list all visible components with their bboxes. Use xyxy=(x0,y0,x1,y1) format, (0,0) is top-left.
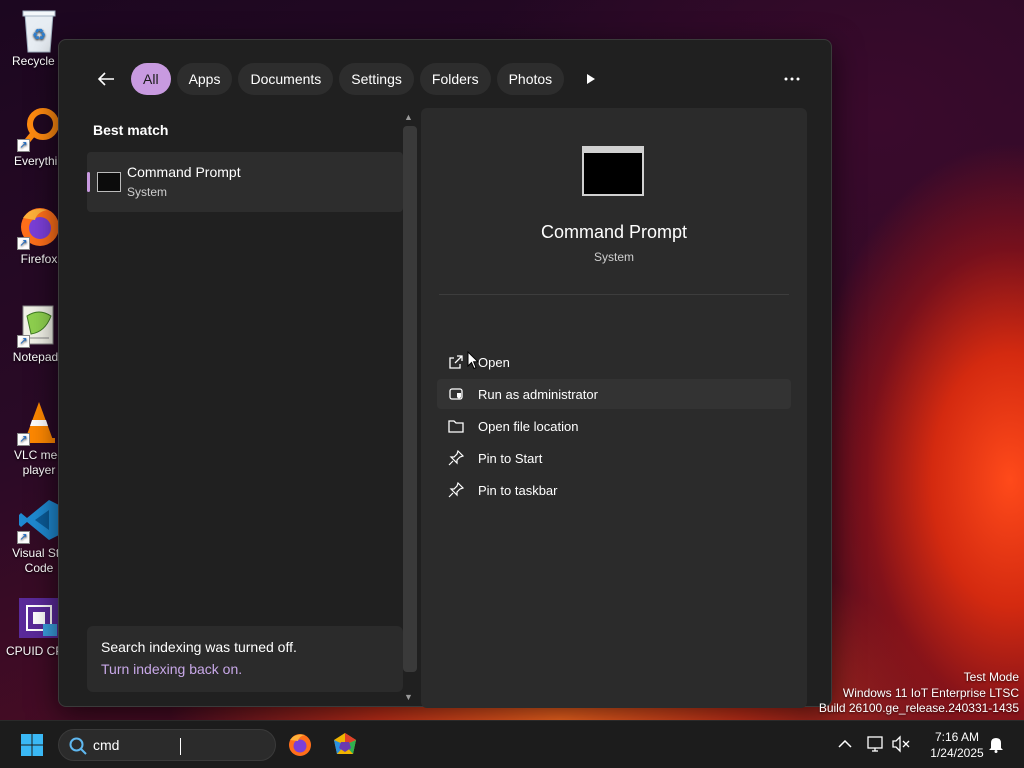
scroll-down-icon[interactable]: ▼ xyxy=(404,692,413,702)
result-name: Command Prompt xyxy=(127,164,241,180)
firefox-icon: ↗ xyxy=(17,204,61,250)
scrollbar-thumb[interactable] xyxy=(403,126,417,672)
search-flyout: All Apps Documents Settings Folders Phot… xyxy=(58,39,832,708)
watermark-line: Test Mode xyxy=(963,670,1019,684)
best-match-heading: Best match xyxy=(93,122,169,138)
action-open-file-location[interactable]: Open file location xyxy=(437,411,791,441)
notepad-plus-plus-icon: ↗ xyxy=(17,302,61,348)
open-external-icon xyxy=(447,353,465,371)
details-pane: Command Prompt System Open Run as admini… xyxy=(421,108,807,708)
cpuid-icon xyxy=(17,596,61,640)
filter-documents[interactable]: Documents xyxy=(238,63,334,95)
watermark-line: Windows 11 IoT Enterprise LTSC xyxy=(842,685,1019,700)
shortcut-arrow-icon: ↗ xyxy=(17,139,30,152)
text-caret xyxy=(180,738,181,755)
taskbar-app-2[interactable] xyxy=(329,729,361,761)
watermark-line: Build 26100.ge_release.240331-1435 xyxy=(818,701,1019,715)
app-hexagon-icon xyxy=(334,733,356,754)
speaker-muted-icon xyxy=(892,735,910,753)
mouse-cursor-icon xyxy=(467,351,479,370)
action-open[interactable]: Open xyxy=(437,347,791,377)
shortcut-arrow-icon: ↗ xyxy=(17,237,30,250)
action-pin-to-start[interactable]: Pin to Start xyxy=(437,443,791,473)
results-scrollbar[interactable]: ▲ ▼ xyxy=(401,110,417,706)
selection-indicator xyxy=(87,172,90,192)
filter-apps[interactable]: Apps xyxy=(176,63,233,95)
result-type: System xyxy=(127,185,168,199)
volume-status[interactable] xyxy=(890,733,912,755)
filter-folders[interactable]: Folders xyxy=(419,63,491,95)
vscode-icon: ↗ xyxy=(17,498,61,544)
action-label: Open xyxy=(478,354,510,370)
shortcut-arrow-icon: ↗ xyxy=(17,531,30,544)
action-label: Pin to taskbar xyxy=(478,482,558,498)
result-command-prompt[interactable]: Command Prompt System xyxy=(87,152,403,212)
start-button[interactable] xyxy=(14,730,50,760)
svg-text:♻: ♻ xyxy=(32,27,46,44)
filter-all[interactable]: All xyxy=(131,63,171,95)
taskbar: 7:16 AM 1/24/2025 xyxy=(0,720,1024,768)
notifications-button[interactable] xyxy=(985,733,1007,755)
pin-icon xyxy=(447,481,465,499)
shortcut-arrow-icon: ↗ xyxy=(17,335,30,348)
filter-settings[interactable]: Settings xyxy=(339,63,414,95)
divider xyxy=(439,294,789,295)
command-prompt-icon xyxy=(97,172,121,192)
indexing-notice: Search indexing was turned off. Turn ind… xyxy=(87,626,403,692)
detail-title: Command Prompt xyxy=(540,222,688,242)
indexing-message: Search indexing was turned off. xyxy=(101,639,297,655)
shortcut-arrow-icon: ↗ xyxy=(17,433,30,446)
firefox-icon xyxy=(289,734,311,756)
action-label: Open file location xyxy=(478,418,579,434)
filter-bar: All Apps Documents Settings Folders Phot… xyxy=(89,62,606,96)
pin-icon xyxy=(447,449,465,467)
windows-logo-icon xyxy=(21,734,43,756)
search-input[interactable] xyxy=(93,735,263,755)
scroll-up-icon[interactable]: ▲ xyxy=(404,112,413,122)
results-pane: Best match Command Prompt System Search … xyxy=(87,110,403,700)
admin-shield-icon xyxy=(447,385,465,403)
bell-icon xyxy=(989,738,1003,753)
desktop-icon-label: Everythin xyxy=(13,154,65,168)
ellipsis-icon xyxy=(784,77,800,81)
detail-type: System xyxy=(593,250,634,264)
everything-icon: ↗ xyxy=(17,106,61,152)
chevron-up-icon xyxy=(838,740,852,748)
action-label: Run as administrator xyxy=(478,386,598,402)
desktop-icon-label: VLC med player xyxy=(13,448,65,477)
command-prompt-large-icon xyxy=(582,146,644,196)
desktop-icon-label: Firefox xyxy=(20,252,58,266)
show-hidden-icons-button[interactable] xyxy=(834,733,856,755)
network-icon xyxy=(867,736,883,752)
action-pin-to-taskbar[interactable]: Pin to taskbar xyxy=(437,475,791,505)
action-label: Pin to Start xyxy=(478,450,543,466)
taskbar-search-box[interactable] xyxy=(58,729,276,761)
network-status[interactable] xyxy=(865,733,887,755)
test-mode-watermark: Test Mode Windows 11 IoT Enterprise LTSC… xyxy=(819,670,1019,717)
filter-photos[interactable]: Photos xyxy=(496,63,565,95)
back-arrow-icon xyxy=(97,72,114,86)
vlc-icon: ↗ xyxy=(17,400,61,446)
back-button[interactable] xyxy=(89,62,123,96)
folder-icon xyxy=(447,417,465,435)
action-run-as-admin[interactable]: Run as administrator xyxy=(437,379,791,409)
taskbar-firefox[interactable] xyxy=(284,729,316,761)
indexing-link[interactable]: Turn indexing back on. xyxy=(101,661,242,677)
more-filters-button[interactable] xyxy=(576,63,606,95)
search-icon xyxy=(69,737,87,755)
more-options-button[interactable] xyxy=(777,66,807,92)
recycle-bin-icon: ♻ xyxy=(17,6,61,53)
play-icon xyxy=(587,74,596,84)
